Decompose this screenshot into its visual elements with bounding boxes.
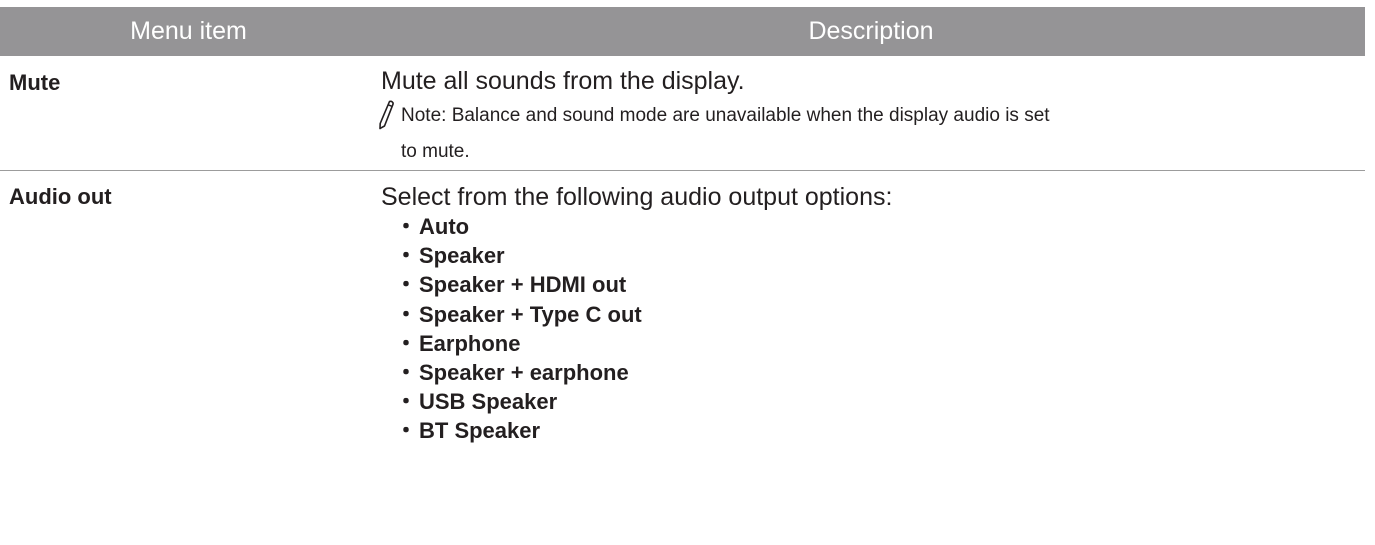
menu-item-name: Mute [0, 56, 377, 171]
bullet-glyph: ・ [395, 214, 418, 239]
bullet-glyph: ・ [395, 418, 418, 444]
bullet-glyph: ・ [395, 360, 418, 386]
option-label: Speaker + Type C out [419, 301, 642, 327]
bullet-glyph: ・ [395, 301, 418, 327]
option-label: USB Speaker [419, 389, 558, 415]
table-body: Mute Mute all sounds from the display. N… [0, 56, 1365, 446]
table-row-audio-out: Audio out Select from the following audi… [0, 171, 1365, 446]
note-block: Note: Balance and sound mode are unavail… [377, 96, 1365, 170]
bullet-glyph: ・ [395, 389, 418, 415]
menu-item-description: Mute all sounds from the display. [381, 67, 745, 95]
option-label: Speaker + earphone [419, 360, 629, 386]
option-label: BT Speaker [419, 418, 541, 444]
list-item: ・Speaker [395, 241, 1365, 270]
list-item: ・USB Speaker [395, 387, 1365, 416]
audio-menu-table: Menu item Description Mute Mute all soun… [0, 7, 1365, 446]
note-text-line-1: Note: Balance and sound mode are unavail… [401, 105, 1050, 126]
note-text-line-2: to mute. [401, 141, 470, 162]
option-label: Speaker + HDMI out [419, 272, 627, 298]
pencil-icon [379, 100, 394, 130]
header-menu-item: Menu item [0, 7, 377, 56]
list-item: ・Earphone [395, 329, 1365, 358]
bullet-glyph: ・ [395, 272, 418, 298]
table-row-mute: Mute Mute all sounds from the display. N… [0, 56, 1365, 171]
option-label: Speaker [419, 243, 505, 269]
audio-output-options-list: ・Auto ・Speaker ・Speaker + HDMI out ・Spea… [377, 212, 1365, 446]
bullet-glyph: ・ [395, 330, 418, 356]
table-header: Menu item Description [0, 7, 1365, 56]
option-label: Earphone [419, 330, 521, 356]
list-item: ・BT Speaker [395, 416, 1365, 445]
list-item: ・Speaker + HDMI out [395, 270, 1365, 299]
header-row: Menu item Description [0, 7, 1365, 56]
list-item: ・Speaker + earphone [395, 358, 1365, 387]
menu-item-name: Audio out [9, 184, 112, 209]
manual-page: Menu item Description Mute Mute all soun… [0, 0, 1375, 545]
menu-item-description: Select from the following audio output o… [381, 183, 893, 211]
list-item: ・Auto [395, 212, 1365, 241]
option-label: Auto [419, 214, 470, 239]
menu-item-description-cell: Mute all sounds from the display. Note: … [377, 56, 1365, 171]
header-description: Description [377, 7, 1365, 56]
list-item: ・Speaker + Type C out [395, 300, 1365, 329]
menu-item-description-cell: Select from the following audio output o… [377, 171, 1365, 446]
bullet-glyph: ・ [395, 243, 418, 269]
